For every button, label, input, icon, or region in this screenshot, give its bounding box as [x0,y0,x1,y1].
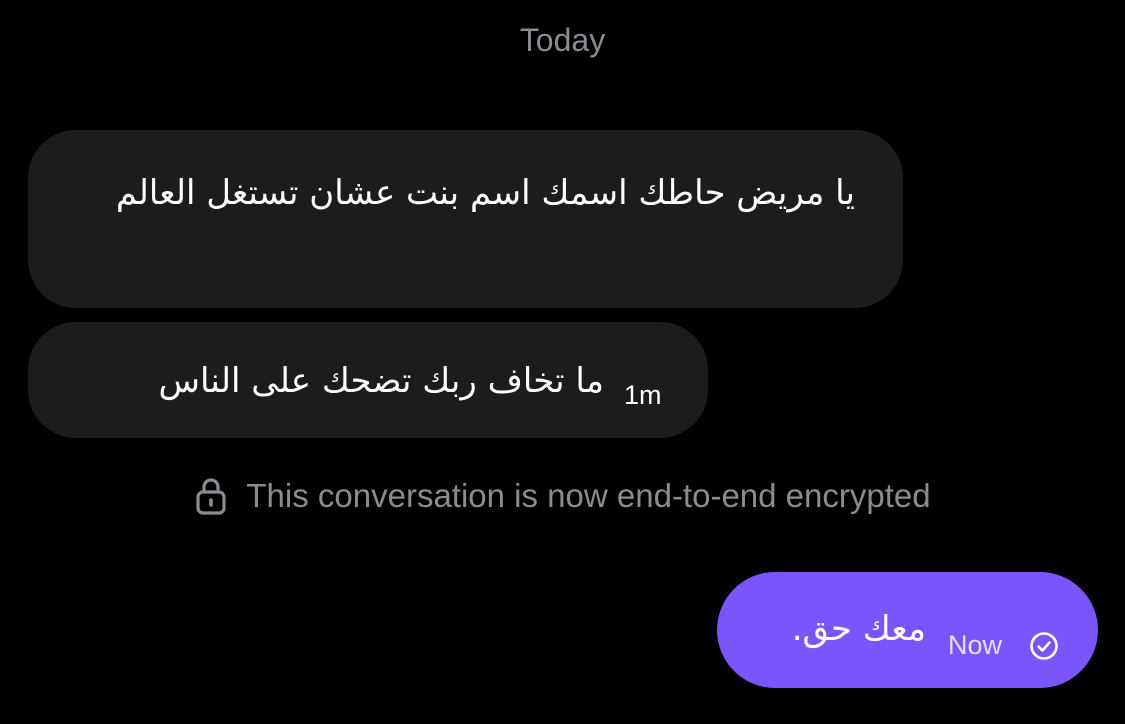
lock-icon [196,478,226,515]
message-text: ما تخاف ربك تضحك على الناس [158,361,604,401]
message-bubble-incoming[interactable]: يا مريض حاطك اسمك اسم بنت عشان تستغل الع… [28,130,903,308]
message-text: معك حق. [791,609,926,649]
encryption-notice-text: This conversation is now end-to-end encr… [246,477,931,514]
message-timestamp: 1m [624,380,662,410]
check-circle-icon [1030,632,1058,660]
date-divider: Today [519,22,606,58]
message-bubble-outgoing[interactable]: معك حق. Now [717,572,1098,688]
encryption-notice[interactable]: This conversation is now end-to-end encr… [0,476,1125,516]
message-text: يا مريض حاطك اسمك اسم بنت عشان تستغل الع… [115,173,855,213]
message-timestamp: Now [948,630,1003,660]
message-bubble-incoming[interactable]: ما تخاف ربك تضحك على الناس 1m [28,322,708,438]
